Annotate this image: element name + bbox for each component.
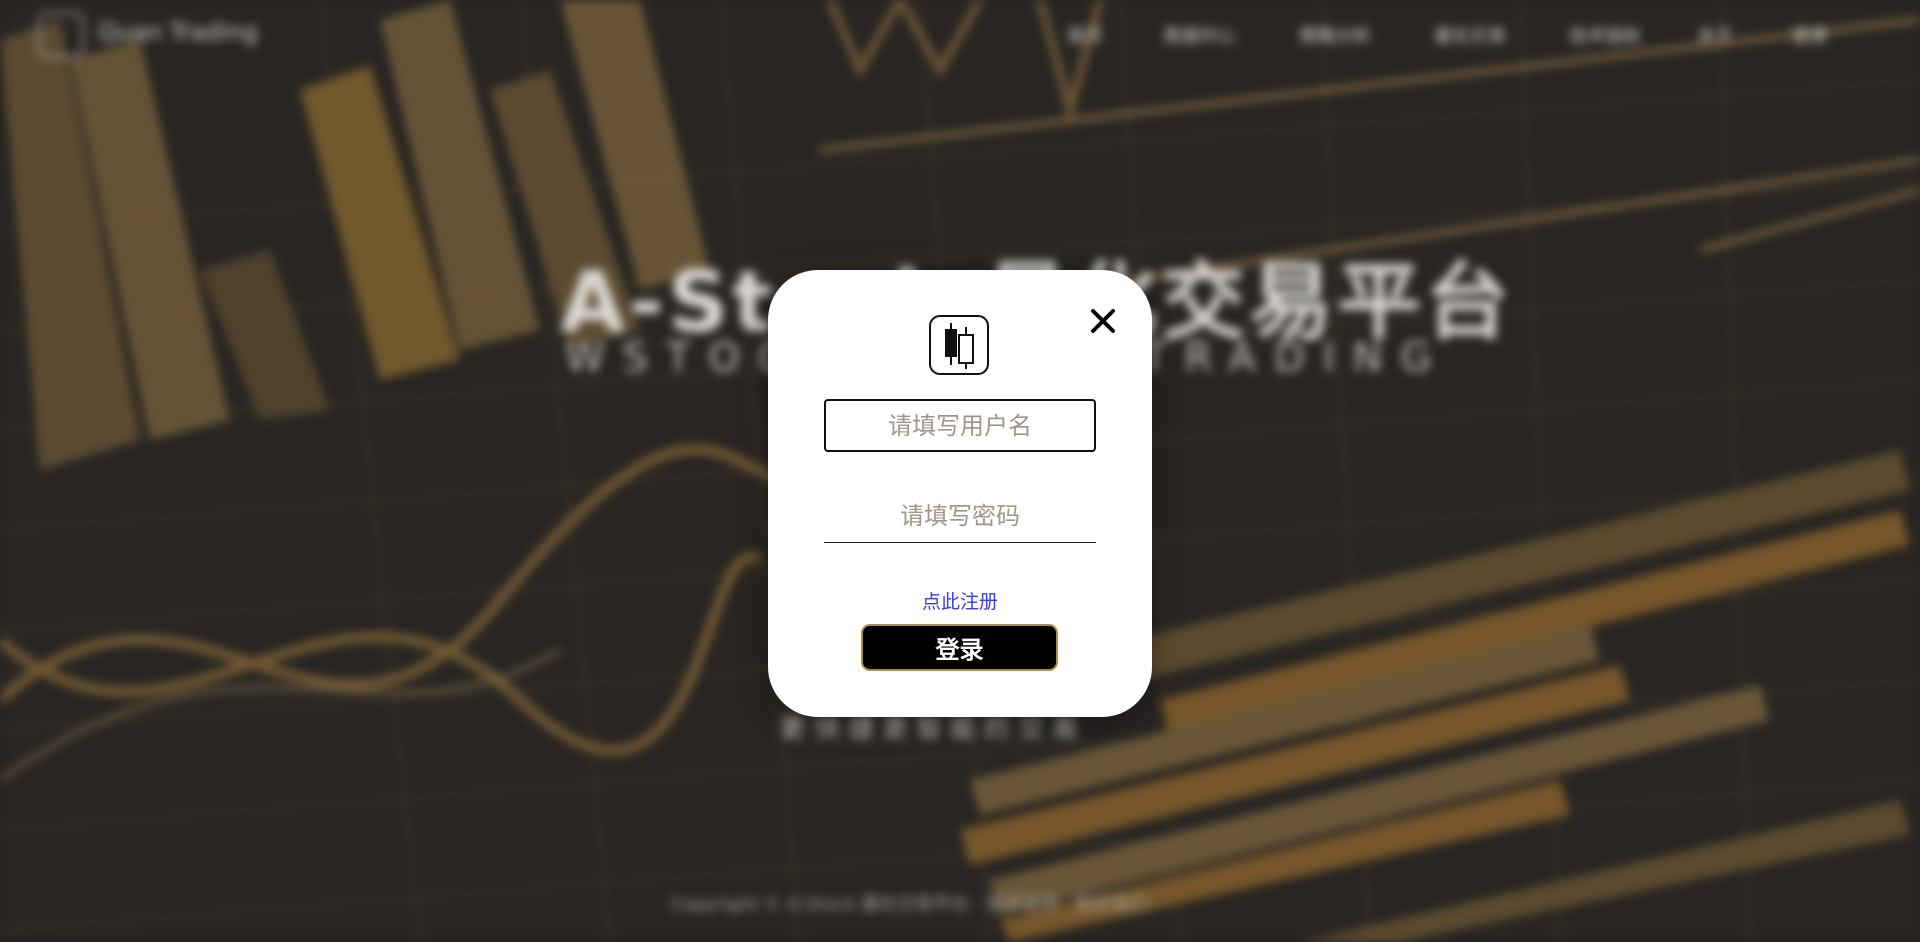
login-button[interactable]: 登录 [861, 624, 1058, 671]
candlestick-logo-icon [929, 315, 989, 375]
password-input[interactable] [824, 490, 1096, 543]
login-modal: 点此注册 登录 [768, 270, 1152, 717]
page: Quan Trading 首页 数据中心 策略分析 量化交易 技术指标 关于 登… [0, 0, 1920, 942]
register-link[interactable]: 点此注册 [768, 587, 1152, 614]
close-icon[interactable] [1088, 306, 1118, 336]
username-input[interactable] [824, 399, 1096, 452]
